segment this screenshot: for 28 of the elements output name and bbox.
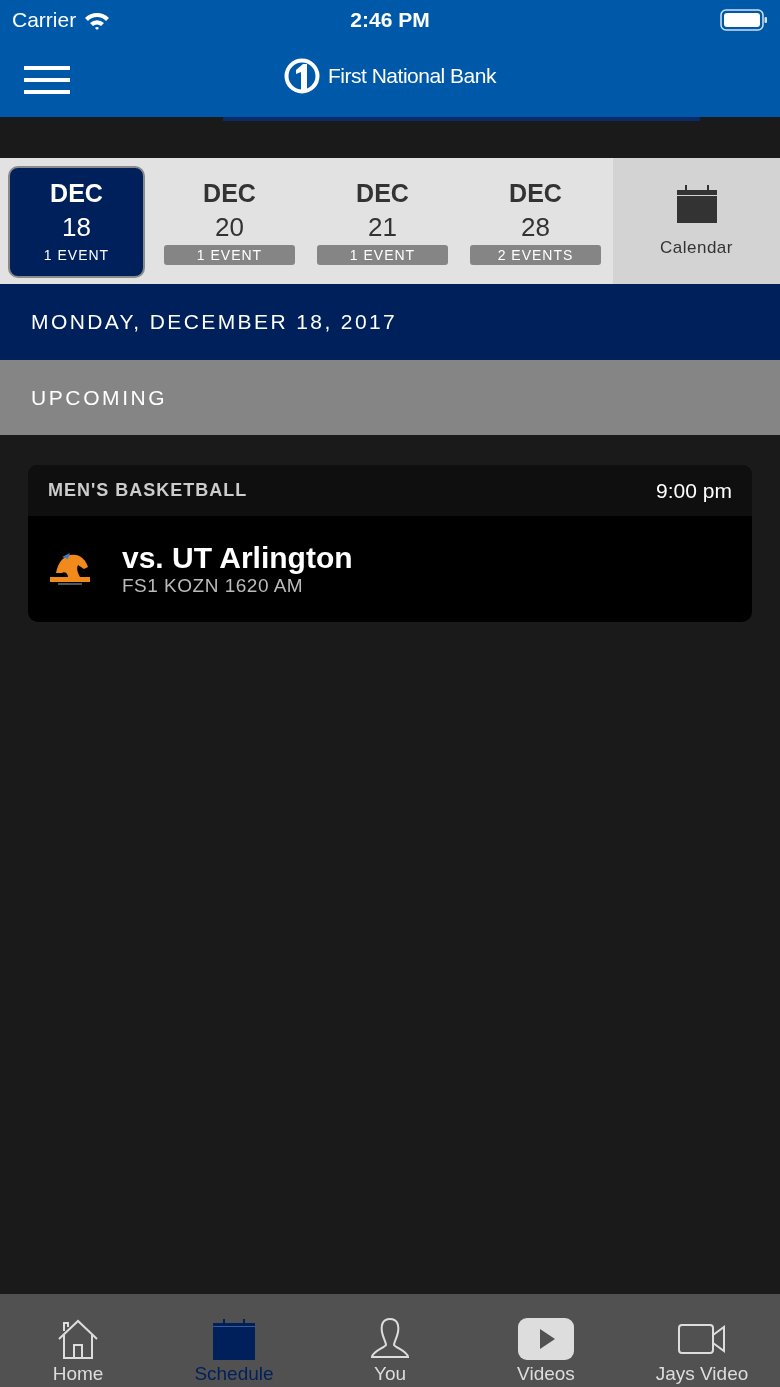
wifi-icon — [84, 10, 111, 30]
date-heading: MONDAY, DECEMBER 18, 2017 — [31, 310, 398, 334]
tab-bar-item[interactable]: Videos — [468, 1294, 624, 1387]
menu-button[interactable] — [24, 66, 70, 94]
broadcast-info: FS1 KOZN 1620 AM — [122, 575, 305, 597]
sport-label: MEN'S BASKETBALL — [48, 480, 248, 501]
date-tab[interactable]: DEC 28 2 EVENTS — [461, 166, 610, 278]
calendar-icon — [212, 1317, 256, 1361]
date-tab[interactable]: DEC 21 1 EVENT — [308, 166, 457, 278]
section-heading: UPCOMING — [31, 385, 168, 410]
tab-bar-item[interactable]: You — [312, 1294, 468, 1387]
carrier-label: Carrier — [12, 8, 77, 32]
person-icon — [371, 1317, 409, 1361]
bank-logo-icon — [284, 57, 321, 94]
play-icon — [517, 1317, 575, 1361]
status-time: 2:46 PM — [350, 8, 430, 32]
calendar-button[interactable]: Calendar — [613, 158, 780, 284]
tab-bar-item[interactable]: Home — [0, 1294, 156, 1387]
home-icon — [56, 1317, 100, 1361]
event-card[interactable]: MEN'S BASKETBALL 9:00 pm vs. UT Arlington FS1 KOZN 1620 AM — [28, 465, 752, 622]
bank-name: First National Bank — [328, 63, 496, 88]
event-time: 9:00 pm — [656, 478, 732, 503]
date-tab[interactable]: DEC 18 1 EVENT — [8, 166, 145, 278]
tab-bar-item[interactable]: Jays Video — [624, 1294, 780, 1387]
battery-icon — [720, 9, 768, 31]
date-tab[interactable]: DEC 20 1 EVENT — [155, 166, 304, 278]
opponent-name: vs. UT Arlington — [122, 541, 353, 575]
calendar-icon — [675, 184, 718, 224]
